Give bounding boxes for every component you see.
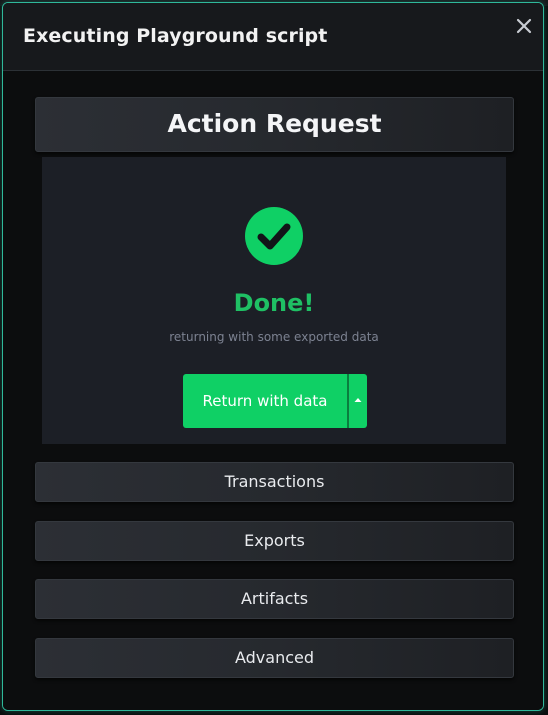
- check-circle-icon: [245, 207, 303, 265]
- return-with-data-button[interactable]: Return with data: [183, 374, 347, 428]
- action-request-header: Action Request: [35, 97, 514, 152]
- artifacts-section[interactable]: Artifacts: [35, 579, 514, 619]
- return-split-button: Return with data: [183, 374, 367, 428]
- modal-title: Executing Playground script: [23, 25, 328, 47]
- modal-header: Executing Playground script: [3, 3, 543, 71]
- advanced-section[interactable]: Advanced: [35, 638, 514, 678]
- transactions-section[interactable]: Transactions: [35, 462, 514, 502]
- status-title: Done!: [233, 289, 315, 317]
- status-subtitle: returning with some exported data: [169, 330, 379, 344]
- return-options-dropdown-button[interactable]: [349, 374, 367, 428]
- action-result-panel: Done! returning with some exported data …: [42, 157, 506, 444]
- close-icon: [516, 18, 532, 34]
- execution-modal: Executing Playground script Action Reque…: [2, 2, 544, 711]
- exports-section[interactable]: Exports: [35, 521, 514, 561]
- modal-body: Action Request Done! returning with some…: [3, 71, 543, 710]
- caret-up-icon: [354, 398, 362, 402]
- close-button[interactable]: [513, 15, 535, 37]
